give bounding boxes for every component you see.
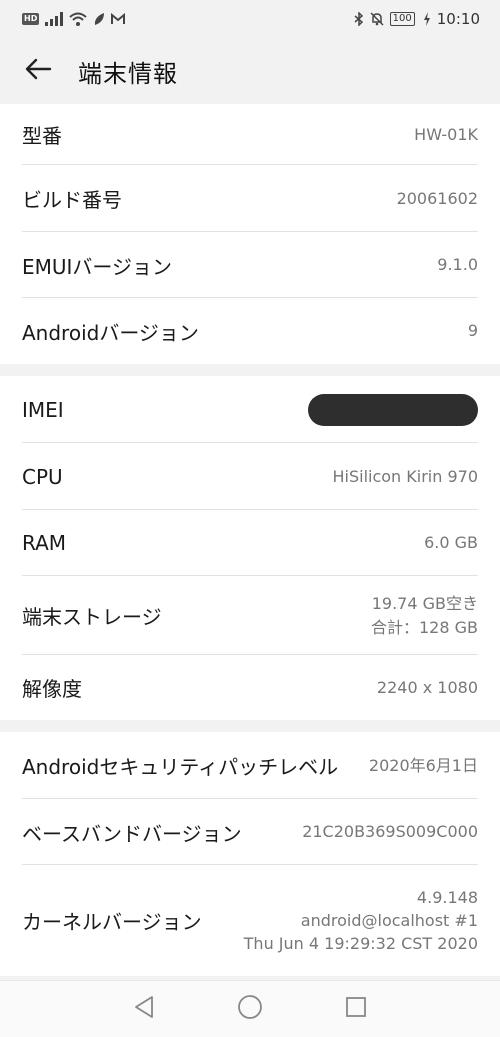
emui-version-row[interactable]: EMUIバージョン 9.1.0: [0, 232, 500, 298]
navigation-bar: [0, 980, 500, 1037]
emui-version-label: EMUIバージョン: [22, 254, 173, 279]
storage-row[interactable]: 端末ストレージ 19.74 GB空き 合計：128 GB: [0, 576, 500, 655]
emui-version-value: 9.1.0: [437, 255, 478, 275]
nav-recents-button[interactable]: [339, 992, 373, 1026]
cpu-label: CPU: [22, 464, 63, 489]
cpu-row[interactable]: CPU HiSilicon Kirin 970: [0, 443, 500, 510]
build-number-label: ビルド番号: [22, 188, 122, 212]
baseband-row[interactable]: ベースバンドバージョン 21C20B369S009C000: [0, 799, 500, 865]
imei-label: IMEI: [22, 397, 64, 422]
kernel-build-date: Thu Jun 4 19:29:32 CST 2020: [243, 934, 478, 954]
build-number-row[interactable]: ビルド番号 20061602: [0, 165, 500, 232]
hardware-section: IMEI CPU HiSilicon Kirin 970 RAM 6.0 GB …: [0, 376, 500, 720]
cpu-value: HiSilicon Kirin 970: [332, 466, 478, 486]
kernel-host: android@localhost #1: [300, 910, 478, 930]
model-label: 型番: [22, 124, 62, 148]
security-patch-row[interactable]: Androidセキュリティパッチレベル 2020年6月1日: [0, 732, 500, 799]
back-triangle-icon: [133, 995, 155, 1023]
storage-free: 19.74 GB空き: [371, 594, 478, 614]
status-right: 100 10:10: [354, 10, 480, 28]
leaf-icon: [93, 12, 105, 26]
security-patch-label: Androidセキュリティパッチレベル: [22, 755, 339, 779]
model-value: HW-01K: [414, 124, 478, 144]
baseband-value: 21C20B369S009C000: [302, 822, 478, 842]
ram-value: 6.0 GB: [424, 533, 478, 553]
device-info-section: 型番 HW-01K ビルド番号 20061602 EMUIバージョン 9.1.0…: [0, 104, 500, 364]
nav-home-button[interactable]: [233, 992, 267, 1026]
imei-redacted-value: [308, 393, 478, 426]
battery-indicator: 100: [389, 12, 415, 26]
recents-square-icon: [345, 996, 367, 1022]
wifi-icon: [69, 12, 88, 26]
charging-icon: [423, 12, 431, 26]
storage-total: 合計：128 GB: [370, 617, 478, 637]
toolbar: 端末情報: [0, 38, 500, 104]
page-title: 端末情報: [78, 59, 178, 88]
kernel-value: 4.9.148 android@localhost #1 Thu Jun 4 1…: [244, 886, 478, 956]
nav-back-button[interactable]: [127, 992, 161, 1026]
status-bar: HD 100 10:10: [0, 0, 500, 38]
home-circle-icon: [237, 994, 263, 1024]
status-left: HD: [22, 12, 126, 26]
kernel-label: カーネルバージョン: [22, 910, 202, 934]
gmail-icon: [111, 13, 126, 25]
bluetooth-icon: [354, 12, 364, 26]
baseband-label: ベースバンドバージョン: [22, 821, 242, 846]
storage-value: 19.74 GB空き 合計：128 GB: [371, 592, 478, 638]
kernel-row[interactable]: カーネルバージョン 4.9.148 android@localhost #1 T…: [0, 865, 500, 976]
build-number-value: 20061602: [396, 188, 478, 208]
resolution-value: 2240 x 1080: [376, 677, 478, 697]
arrow-left-icon: [24, 57, 52, 85]
back-button[interactable]: [20, 53, 56, 89]
status-time: 10:10: [436, 10, 480, 28]
resolution-row[interactable]: 解像度 2240 x 1080: [0, 655, 500, 720]
signal-icon: [45, 12, 64, 26]
ram-row[interactable]: RAM 6.0 GB: [0, 510, 500, 576]
storage-label: 端末ストレージ: [22, 605, 162, 629]
kernel-version: 4.9.148: [416, 887, 478, 907]
ram-label: RAM: [22, 531, 67, 555]
resolution-label: 解像度: [22, 677, 82, 701]
android-version-label: Androidバージョン: [22, 320, 199, 345]
hd-badge: HD: [22, 13, 40, 25]
imei-row[interactable]: IMEI: [0, 376, 500, 443]
mute-bell-icon: [370, 12, 384, 26]
software-section: Androidセキュリティパッチレベル 2020年6月1日 ベースバンドバージョ…: [0, 732, 500, 976]
security-patch-value: 2020年6月1日: [368, 755, 478, 775]
android-version-row[interactable]: Androidバージョン 9: [0, 298, 500, 364]
model-row[interactable]: 型番 HW-01K: [0, 104, 500, 165]
android-version-value: 9: [467, 321, 478, 341]
